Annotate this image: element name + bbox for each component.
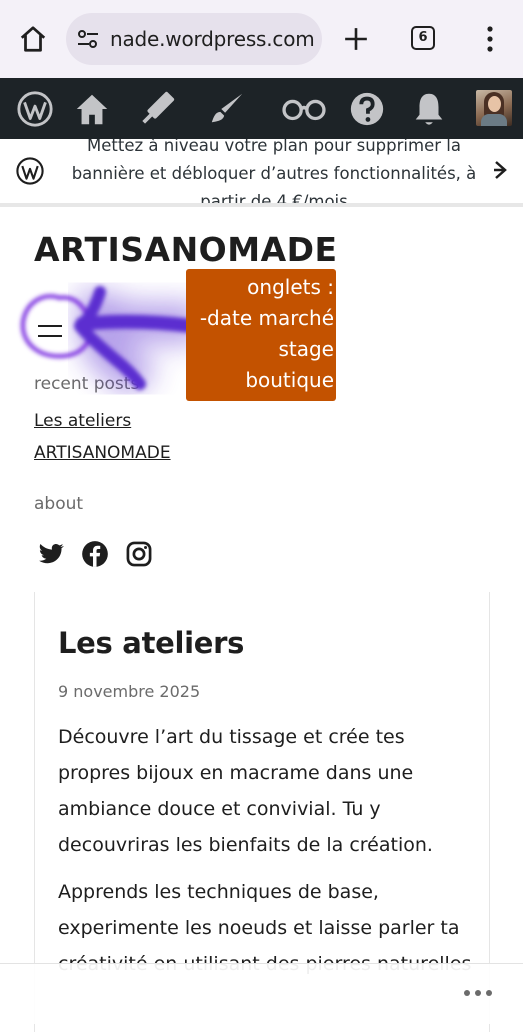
twitter-icon[interactable] — [37, 540, 65, 568]
annotation-line: -date marché — [199, 306, 334, 330]
new-tab-icon[interactable] — [343, 26, 369, 52]
about-link[interactable]: about — [34, 494, 83, 514]
recent-posts-heading: recent posts — [34, 374, 140, 394]
bottom-action-bar — [0, 963, 523, 1024]
site-settings-icon[interactable] — [76, 29, 100, 49]
hamburger-menu-icon[interactable] — [38, 325, 62, 339]
address-bar[interactable]: nade.wordpress.com — [66, 13, 322, 65]
more-vert-icon[interactable] — [478, 25, 502, 53]
wordpress-logo-icon — [16, 157, 44, 185]
tab-switcher-button[interactable]: 6 — [411, 26, 435, 50]
site-title[interactable]: ARTISANOMADE — [34, 230, 338, 269]
notifications-icon[interactable] — [410, 90, 448, 128]
annotation-line: stage — [278, 337, 334, 361]
annotation-note: onglets : -date marché stage boutique — [186, 269, 336, 401]
design-icon[interactable] — [208, 90, 246, 128]
url-text[interactable]: nade.wordpress.com — [110, 27, 315, 51]
wordpress-icon[interactable] — [16, 90, 54, 128]
annotation-line: onglets : — [247, 275, 334, 299]
upgrade-banner-text[interactable]: Mettez à niveau votre plan pour supprime… — [60, 139, 488, 203]
recent-post-link[interactable]: ARTISANOMADE — [34, 443, 171, 463]
facebook-icon[interactable] — [81, 540, 109, 568]
admin-bar — [0, 78, 523, 139]
post-date: 9 novembre 2025 — [58, 682, 201, 701]
post-paragraph: Découvre l’art du tissage et crée tes pr… — [58, 726, 433, 856]
recent-post-link[interactable]: Les ateliers — [34, 411, 131, 431]
browser-toolbar: nade.wordpress.com 6 — [0, 0, 523, 78]
chevron-right-icon[interactable] — [492, 159, 510, 181]
instagram-icon[interactable] — [125, 540, 153, 568]
reader-icon[interactable] — [280, 90, 328, 128]
home-icon[interactable] — [18, 24, 48, 54]
customize-icon[interactable] — [138, 90, 176, 128]
post-title[interactable]: Les ateliers — [58, 626, 244, 660]
more-horiz-icon[interactable] — [462, 988, 494, 998]
help-icon[interactable] — [348, 90, 386, 128]
my-site-icon[interactable] — [73, 90, 111, 128]
annotation-line: boutique — [245, 368, 334, 392]
upgrade-banner[interactable]: Mettez à niveau votre plan pour supprime… — [0, 139, 523, 207]
avatar[interactable] — [476, 90, 512, 126]
